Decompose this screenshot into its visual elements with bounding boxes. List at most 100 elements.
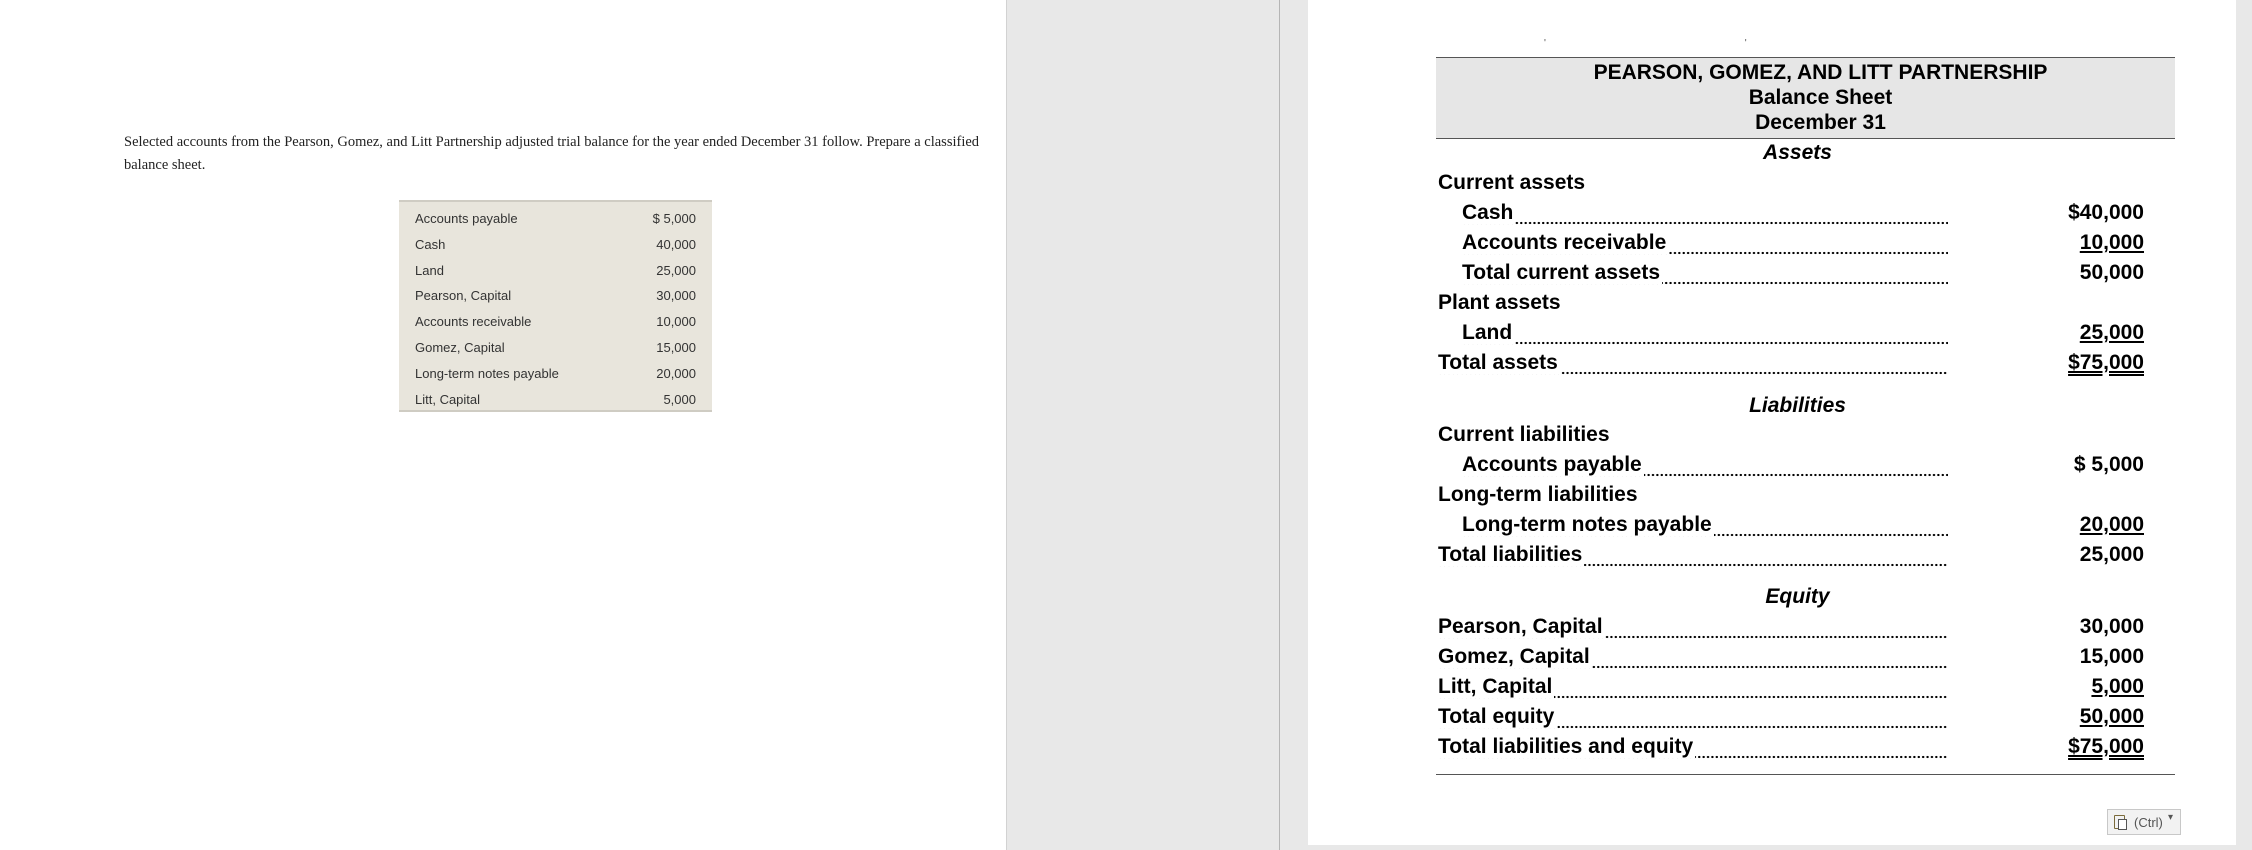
line-label: Plant assets <box>1438 291 1561 314</box>
account-name: Cash <box>415 236 446 252</box>
cash-line: Cash $40,000 <box>1438 201 2144 229</box>
line-label: Long-term liabilities <box>1438 483 1638 506</box>
balance-sheet-header: PEARSON, GOMEZ, AND LITT PARTNERSHIP Bal… <box>1436 57 2175 139</box>
line-amount: $40,000 <box>2068 201 2144 224</box>
line-amount: $ 5,000 <box>2073 453 2144 476</box>
long-term-liabilities-heading: Long-term liabilities <box>1438 483 2146 511</box>
table-row: Litt, Capital 5,000 <box>399 388 712 414</box>
account-name: Gomez, Capital <box>415 339 505 355</box>
dot-leader: Total assets <box>1438 351 1948 375</box>
account-amount: $ 5,000 <box>652 211 696 226</box>
litt-capital-line: Litt, Capital 5,000 <box>1438 675 2144 703</box>
accounts-payable-line: Accounts payable $ 5,000 <box>1438 453 2144 481</box>
account-name: Land <box>415 262 444 278</box>
account-amount: 25,000 <box>656 262 696 278</box>
line-label: Pearson, Capital <box>1438 615 1605 638</box>
gomez-capital-line: Gomez, Capital 15,000 <box>1438 645 2144 673</box>
table-row: Gomez, Capital 15,000 <box>399 336 712 362</box>
trial-balance-table: Accounts payable $ 5,000 Cash 40,000 Land 2… <box>399 200 712 412</box>
account-name: Long-term notes payable <box>415 365 559 381</box>
line-amount: 15,000 <box>2079 645 2144 668</box>
account-amount: 10,000 <box>656 314 696 330</box>
total-equity-line: Total equity 50,000 <box>1438 705 2144 733</box>
line-amount: $75,000 <box>2068 735 2144 758</box>
account-amount: 20,000 <box>656 365 696 381</box>
total-liabilities-and-equity-line: Total liabilities and equity $75,000 <box>1438 735 2144 763</box>
line-amount: 5,000 <box>2091 675 2144 698</box>
statement-date: December 31 <box>1755 111 1886 134</box>
line-label: Total liabilities <box>1438 543 1585 566</box>
account-amount: 30,000 <box>656 288 696 304</box>
line-label: Accounts receivable <box>1462 231 1669 254</box>
company-name: PEARSON, GOMEZ, AND LITT PARTNERSHIP <box>1593 61 2048 84</box>
problem-pane: Selected accounts from the Pearson, Gome… <box>0 0 1006 850</box>
line-label: Gomez, Capital <box>1438 645 1592 668</box>
current-liabilities-heading: Current liabilities <box>1438 423 2146 451</box>
line-amount: 50,000 <box>2079 705 2144 728</box>
account-name: Accounts payable <box>415 211 518 226</box>
table-row: Pearson, Capital 30,000 <box>399 284 712 310</box>
line-amount: 10,000 <box>2079 231 2144 254</box>
account-name: Accounts receivable <box>415 314 532 330</box>
total-assets-line: Total assets $75,000 <box>1438 351 2144 379</box>
chevron-down-icon: ▾ <box>2168 812 2174 823</box>
equity-heading: Equity <box>1765 585 1830 608</box>
accounts-receivable-line: Accounts receivable 10,000 <box>1438 231 2144 259</box>
line-amount: $75,000 <box>2068 351 2144 374</box>
line-amount: 25,000 <box>2079 543 2144 566</box>
scrollbar-track[interactable] <box>2236 0 2252 850</box>
dot-leader: Land <box>1462 321 1948 345</box>
line-label: Cash <box>1462 201 1516 224</box>
dot-leader: Total current assets <box>1462 261 1948 285</box>
dot-leader: Accounts receivable <box>1462 231 1948 255</box>
line-label: Long-term notes payable <box>1462 513 1714 536</box>
line-amount: 20,000 <box>2079 513 2144 536</box>
dot-leader: Total liabilities <box>1438 543 1948 567</box>
line-amount: 50,000 <box>2079 261 2144 284</box>
line-amount: 25,000 <box>2079 321 2144 344</box>
assets-heading: Assets <box>1763 141 1832 164</box>
paste-options-label: (Ctrl) <box>2134 815 2163 830</box>
pearson-capital-line: Pearson, Capital 30,000 <box>1438 615 2144 643</box>
long-term-notes-payable-line: Long-term notes payable 20,000 <box>1438 513 2144 541</box>
line-label: Total liabilities and equity <box>1438 735 1696 758</box>
dot-leader: Long-term notes payable <box>1462 513 1948 537</box>
line-label: Land <box>1462 321 1515 344</box>
dot-leader: Total liabilities and equity <box>1438 735 1948 759</box>
statement-title: Balance Sheet <box>1748 86 1893 109</box>
line-label: Current liabilities <box>1438 423 1610 446</box>
line-label: Litt, Capital <box>1438 675 1555 698</box>
line-amount: 30,000 <box>2079 615 2144 638</box>
dot-leader: Litt, Capital <box>1438 675 1948 699</box>
cut-off-marks: ' ' <box>1544 38 1845 49</box>
account-amount: 5,000 <box>663 391 696 407</box>
clipboard-icon <box>2114 815 2127 830</box>
current-assets-heading: Current assets <box>1438 171 2146 199</box>
table-row: Cash 40,000 <box>399 233 712 259</box>
liabilities-heading: Liabilities <box>1749 394 1846 417</box>
problem-intro: Selected accounts from the Pearson, Gome… <box>124 134 980 173</box>
table-row: Land 25,000 <box>399 259 712 285</box>
table-row: Accounts receivable 10,000 <box>399 310 712 336</box>
dot-leader: Pearson, Capital <box>1438 615 1948 639</box>
plant-assets-heading: Plant assets <box>1438 291 2146 319</box>
window-divider <box>1006 0 1280 850</box>
table-row: Accounts payable $ 5,000 <box>399 207 712 233</box>
land-line: Land 25,000 <box>1438 321 2144 349</box>
dot-leader: Cash <box>1462 201 1948 225</box>
account-amount: 15,000 <box>656 339 696 355</box>
line-label: Total current assets <box>1462 261 1663 284</box>
line-label: Total assets <box>1438 351 1560 374</box>
line-label: Accounts payable <box>1462 453 1644 476</box>
line-label: Current assets <box>1438 171 1586 194</box>
line-label: Total equity <box>1438 705 1557 728</box>
total-current-assets-line: Total current assets 50,000 <box>1438 261 2144 289</box>
paste-options-button[interactable]: (Ctrl) ▾ <box>2107 809 2181 835</box>
dot-leader: Accounts payable <box>1462 453 1948 477</box>
account-amount: 40,000 <box>656 236 696 252</box>
total-liabilities-line: Total liabilities 25,000 <box>1438 543 2144 571</box>
bottom-rule <box>1436 774 2175 775</box>
dot-leader: Gomez, Capital <box>1438 645 1948 669</box>
account-name: Pearson, Capital <box>415 288 512 304</box>
table-row: Long-term notes payable 20,000 <box>399 362 712 388</box>
